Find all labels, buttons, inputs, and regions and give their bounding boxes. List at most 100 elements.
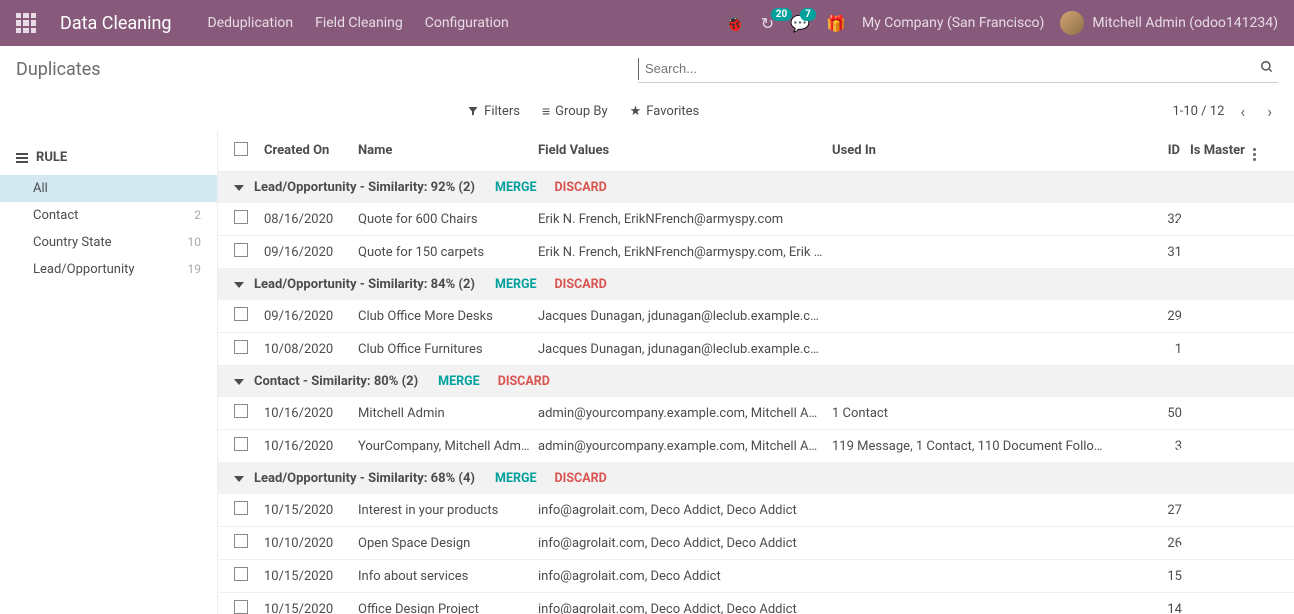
pager-next[interactable]: › bbox=[1261, 102, 1278, 121]
sidebar-item-count: 19 bbox=[188, 262, 202, 277]
chat-icon[interactable]: 💬7 bbox=[790, 14, 810, 33]
company-selector[interactable]: My Company (San Francisco) bbox=[862, 15, 1044, 31]
topbar: Data Cleaning Deduplication Field Cleani… bbox=[0, 0, 1294, 46]
favorites-button[interactable]: ★ Favorites bbox=[630, 104, 700, 119]
group-title: Contact - Similarity: 80% (2) bbox=[254, 374, 418, 389]
col-name[interactable]: Name bbox=[358, 143, 538, 158]
sidebar-item-count: 2 bbox=[194, 208, 201, 223]
row-checkbox[interactable] bbox=[234, 210, 248, 224]
cell-created: 10/15/2020 bbox=[264, 602, 358, 614]
table-row[interactable]: 10/16/2020YourCompany, Mitchell Adm…admi… bbox=[218, 430, 1294, 463]
breadcrumb: Duplicates bbox=[16, 59, 101, 80]
cell-field-values: Erik N. French, ErikNFrench@armyspy.com bbox=[538, 212, 832, 227]
row-checkbox[interactable] bbox=[234, 437, 248, 451]
cell-name: Open Space Design bbox=[358, 536, 538, 551]
gift-icon[interactable]: 🎁 bbox=[826, 14, 846, 33]
table-row[interactable]: 10/15/2020Office Design Projectinfo@agro… bbox=[218, 593, 1294, 614]
cell-created: 08/16/2020 bbox=[264, 212, 358, 227]
cell-name: Quote for 600 Chairs bbox=[358, 212, 538, 227]
table-row[interactable]: 10/16/2020Mitchell Adminadmin@yourcompan… bbox=[218, 397, 1294, 430]
table-row[interactable]: 08/16/2020Quote for 600 ChairsErik N. Fr… bbox=[218, 203, 1294, 236]
user-menu[interactable]: Mitchell Admin (odoo141234) bbox=[1092, 15, 1278, 31]
merge-button[interactable]: MERGE bbox=[495, 277, 537, 292]
row-checkbox[interactable] bbox=[234, 567, 248, 581]
content: Created On Name Field Values Used In ID … bbox=[218, 130, 1294, 614]
row-checkbox[interactable] bbox=[234, 404, 248, 418]
sidebar-heading-label: RULE bbox=[36, 150, 67, 165]
row-checkbox[interactable] bbox=[234, 501, 248, 515]
cell-created: 09/16/2020 bbox=[264, 245, 358, 260]
clock-icon[interactable]: ↻20 bbox=[761, 14, 774, 33]
burger-icon[interactable] bbox=[16, 153, 28, 163]
app-title[interactable]: Data Cleaning bbox=[60, 13, 172, 34]
pager-prev[interactable]: ‹ bbox=[1234, 102, 1251, 121]
row-checkbox[interactable] bbox=[234, 340, 248, 354]
caret-down-icon[interactable] bbox=[234, 185, 244, 191]
caret-down-icon[interactable] bbox=[234, 379, 244, 385]
group-title: Lead/Opportunity - Similarity: 84% (2) bbox=[254, 277, 475, 292]
discard-button[interactable]: DISCARD bbox=[555, 277, 607, 292]
row-checkbox[interactable] bbox=[234, 243, 248, 257]
discard-button[interactable]: DISCARD bbox=[555, 180, 607, 195]
cell-created: 10/08/2020 bbox=[264, 342, 358, 357]
select-all-checkbox[interactable] bbox=[234, 142, 248, 156]
sidebar-item-contact[interactable]: Contact2 bbox=[0, 202, 217, 229]
sidebar-item-label: Country State bbox=[33, 235, 112, 250]
cell-created: 10/16/2020 bbox=[264, 439, 358, 454]
search-icon[interactable] bbox=[1256, 59, 1278, 78]
merge-button[interactable]: MERGE bbox=[438, 374, 480, 389]
discard-button[interactable]: DISCARD bbox=[555, 471, 607, 486]
table-row[interactable]: 10/15/2020Info about servicesinfo@agrola… bbox=[218, 560, 1294, 593]
table-row[interactable]: 10/10/2020Open Space Designinfo@agrolait… bbox=[218, 527, 1294, 560]
caret-down-icon[interactable] bbox=[234, 476, 244, 482]
avatar[interactable] bbox=[1060, 11, 1084, 35]
caret-down-icon[interactable] bbox=[234, 282, 244, 288]
group-row: Contact - Similarity: 80% (2) MERGE DISCAR… bbox=[218, 366, 1294, 397]
groupby-button[interactable]: ≡ Group By bbox=[542, 103, 608, 120]
table-row[interactable]: 09/16/2020Club Office More DesksJacques … bbox=[218, 300, 1294, 333]
apps-icon[interactable] bbox=[16, 13, 36, 33]
control-bar: Duplicates bbox=[0, 46, 1294, 92]
chat-badge: 7 bbox=[800, 8, 816, 21]
cell-field-values: info@agrolait.com, Deco Addict, Deco Add… bbox=[538, 602, 832, 614]
row-checkbox[interactable] bbox=[234, 534, 248, 548]
row-checkbox[interactable] bbox=[234, 307, 248, 321]
cell-used-in: 1 Contact bbox=[832, 406, 1118, 421]
cell-created: 10/10/2020 bbox=[264, 536, 358, 551]
col-id[interactable]: ID bbox=[1118, 143, 1190, 158]
columns-menu-icon[interactable] bbox=[1253, 148, 1256, 161]
nav-configuration[interactable]: Configuration bbox=[425, 15, 509, 31]
filters-label: Filters bbox=[484, 104, 520, 119]
sidebar-item-label: Lead/Opportunity bbox=[33, 262, 135, 277]
row-checkbox[interactable] bbox=[234, 600, 248, 614]
sidebar-item-country-state[interactable]: Country State 10 bbox=[0, 229, 217, 256]
merge-button[interactable]: MERGE bbox=[495, 180, 537, 195]
table-row[interactable]: 09/16/2020Quote for 150 carpetsErik N. F… bbox=[218, 236, 1294, 269]
merge-button[interactable]: MERGE bbox=[495, 471, 537, 486]
group-row: Lead/Opportunity - Similarity: 68% (4)ME… bbox=[218, 463, 1294, 494]
nav-deduplication[interactable]: Deduplication bbox=[208, 15, 294, 31]
table-row[interactable]: 10/15/2020Interest in your productsinfo@… bbox=[218, 494, 1294, 527]
sidebar-item-all[interactable]: All bbox=[0, 175, 217, 202]
pager: 1-10 / 12 ‹ › bbox=[1172, 102, 1278, 121]
search-input[interactable] bbox=[638, 58, 1256, 80]
favorites-label: Favorites bbox=[646, 104, 699, 119]
sidebar-item-count: 10 bbox=[188, 235, 202, 250]
sidebar: RULE AllContact2 Country State 10 Lead/Oppo… bbox=[0, 130, 218, 614]
discard-button[interactable]: DISCARD bbox=[498, 374, 550, 389]
cell-name: Club Office Furnitures bbox=[358, 342, 538, 357]
filters-button[interactable]: Filters bbox=[467, 104, 520, 119]
nav-field-cleaning[interactable]: Field Cleaning bbox=[315, 15, 403, 31]
col-field-values[interactable]: Field Values bbox=[538, 143, 832, 158]
col-used-in[interactable]: Used In bbox=[832, 143, 1118, 158]
table-row[interactable]: 10/08/2020Club Office FurnituresJacques … bbox=[218, 333, 1294, 366]
bug-icon[interactable]: 🐞 bbox=[725, 14, 745, 33]
group-row: Lead/Opportunity - Similarity: 84% (2) ME… bbox=[218, 269, 1294, 300]
col-is-master[interactable]: Is Master bbox=[1190, 143, 1246, 158]
sidebar-item-lead-opportunity[interactable]: Lead/Opportunity 19 bbox=[0, 256, 217, 283]
cell-created: 10/16/2020 bbox=[264, 406, 358, 421]
col-created[interactable]: Created On bbox=[264, 143, 358, 158]
group-title: Lead/Opportunity - Similarity: 92% (2) bbox=[254, 180, 475, 195]
cell-name: Club Office More Desks bbox=[358, 309, 538, 324]
groupby-label: Group By bbox=[555, 104, 608, 119]
